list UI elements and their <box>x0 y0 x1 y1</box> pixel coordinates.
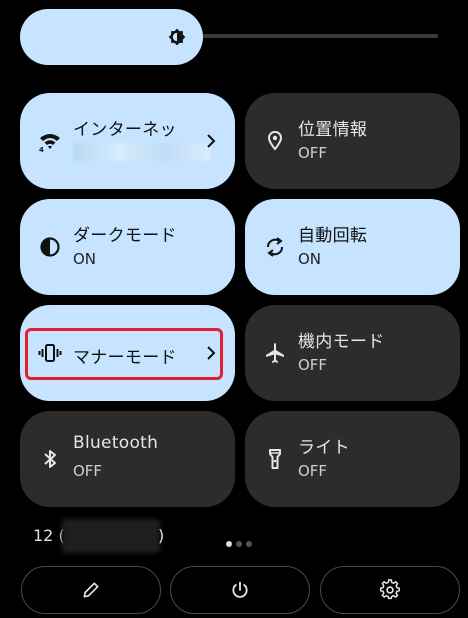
svg-text:4: 4 <box>39 146 44 153</box>
page-dot-active <box>226 541 232 547</box>
build-number-text-end: ) <box>158 526 165 545</box>
auto-rotate-tile-state: ON <box>298 250 322 268</box>
location-pin-icon <box>267 130 283 151</box>
power-button[interactable] <box>170 566 310 614</box>
internet-network-name <box>73 143 211 161</box>
location-tile-state: OFF <box>298 144 328 162</box>
edit-button[interactable] <box>21 566 161 614</box>
location-tile-title: 位置情報 <box>298 120 368 140</box>
airplane-mode-tile-state: OFF <box>298 356 328 374</box>
chevron-right-icon <box>207 134 216 148</box>
airplane-icon <box>266 343 284 363</box>
dark-mode-tile-title: ダークモード <box>73 226 177 246</box>
bluetooth-icon <box>44 450 56 468</box>
dark-mode-tile[interactable]: ダークモード ON <box>20 199 235 295</box>
wifi-icon: 4 <box>39 134 60 153</box>
pencil-icon <box>83 582 99 598</box>
bluetooth-tile-title: Bluetooth <box>73 433 159 453</box>
page-dot <box>236 541 242 547</box>
build-number-text: 12 ( <box>33 526 65 545</box>
redacted-text <box>62 519 160 553</box>
brightness-slider-track[interactable] <box>200 34 438 38</box>
auto-rotate-tile-title: 自動回転 <box>298 226 368 246</box>
dark-mode-icon <box>40 237 60 257</box>
dark-mode-tile-state: ON <box>73 250 97 268</box>
flashlight-tile-state: OFF <box>298 462 328 480</box>
flashlight-tile[interactable]: ライト OFF <box>245 411 460 507</box>
page-indicator <box>226 532 256 551</box>
flashlight-icon <box>269 449 281 469</box>
auto-rotate-tile[interactable]: 自動回転 ON <box>245 199 460 295</box>
airplane-mode-tile-title: 機内モード <box>298 332 385 352</box>
flashlight-tile-title: ライト <box>298 438 350 458</box>
page-dot <box>246 541 252 547</box>
internet-tile[interactable]: 4 インターネッ <box>20 93 235 189</box>
bluetooth-tile[interactable]: Bluetooth OFF <box>20 411 235 507</box>
highlight-box <box>25 328 223 380</box>
internet-tile-title: インターネッ <box>73 120 177 140</box>
settings-button[interactable] <box>320 566 460 614</box>
location-tile[interactable]: 位置情報 OFF <box>245 93 460 189</box>
airplane-mode-tile[interactable]: 機内モード OFF <box>245 305 460 401</box>
auto-rotate-icon <box>267 237 283 257</box>
bluetooth-tile-state: OFF <box>73 462 103 480</box>
power-icon <box>232 581 248 598</box>
gear-icon <box>379 579 400 600</box>
brightness-icon <box>168 28 186 46</box>
